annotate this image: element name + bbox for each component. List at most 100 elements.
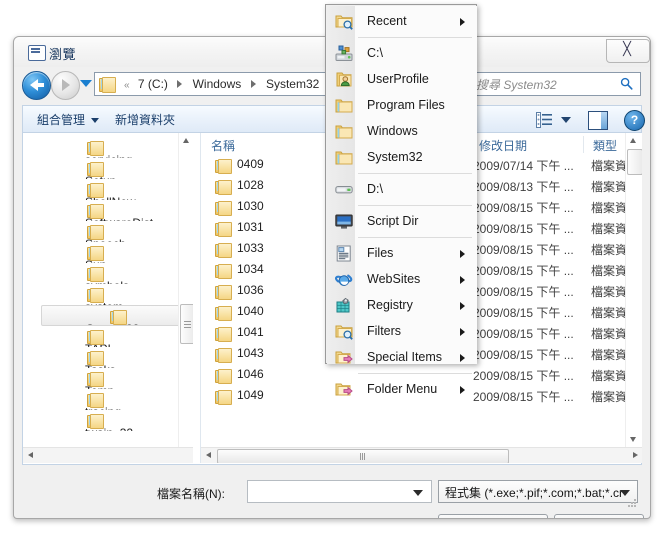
view-options-chevron-icon[interactable] xyxy=(561,117,571,123)
tree-item-twain-32[interactable]: twain_32 xyxy=(63,410,179,431)
tree-item-servicing[interactable]: servicing xyxy=(63,137,179,158)
new-folder-button[interactable]: 新增資料夾 xyxy=(115,111,175,128)
menu-item-websites[interactable]: WebSites xyxy=(327,267,477,293)
folder-icon xyxy=(87,183,104,198)
file-type-filter-select[interactable]: 程式集 (*.exe;*.pif;*.com;*.bat;*.cr xyxy=(438,480,638,503)
menu-item-label: System32 xyxy=(367,150,423,164)
list-vertical-scrollbar[interactable] xyxy=(625,133,642,447)
back-button[interactable] xyxy=(22,71,51,100)
file-date-cell: 2009/08/15 下午 ... xyxy=(473,348,574,362)
list-hscroll-left-button[interactable] xyxy=(201,448,216,463)
preview-pane-icon[interactable] xyxy=(588,111,608,130)
resize-grip[interactable] xyxy=(628,499,637,508)
tree-item-tapi[interactable]: TAPI xyxy=(63,326,179,347)
tree-item-tracing[interactable]: tracing xyxy=(63,389,179,410)
forward-arrow-icon xyxy=(62,79,70,91)
submenu-arrow-icon xyxy=(460,302,465,310)
breadcrumb-overflow[interactable]: « xyxy=(124,80,130,91)
folder-icon xyxy=(87,330,104,345)
folder-icon xyxy=(215,201,232,216)
folder-icon xyxy=(215,222,232,237)
folder-icon xyxy=(87,414,104,429)
tree-item-temp[interactable]: Temp xyxy=(63,368,179,389)
open-button[interactable]: 開啟舊檔(O) xyxy=(438,514,548,518)
menu-item-windows[interactable]: Windows xyxy=(327,119,477,145)
folder-icon xyxy=(87,204,104,219)
breadcrumb-segment-system32[interactable]: System32 xyxy=(266,77,319,91)
tree-item-softwaredist[interactable]: SoftwareDist xyxy=(63,200,179,221)
search-placeholder: 搜尋 System32 xyxy=(476,78,557,92)
menu-item-registry[interactable]: Registry xyxy=(327,293,477,319)
file-name-cell: 1049 xyxy=(237,388,264,402)
menu-item-c[interactable]: C:\ xyxy=(327,41,477,67)
menu-item-files[interactable]: Files xyxy=(327,241,477,267)
tree-item-symbols[interactable]: symbols xyxy=(63,263,179,284)
tree-hscroll-left-button[interactable] xyxy=(23,448,38,463)
breadcrumb: « 7 (C:) Windows System32 xyxy=(119,73,341,95)
tree-item-speech[interactable]: Speech xyxy=(63,221,179,242)
list-horizontal-scrollbar[interactable] xyxy=(201,447,642,463)
column-header-type[interactable]: 類型 xyxy=(593,137,617,154)
tree-scroll-up-button[interactable] xyxy=(179,133,193,148)
tree-item-tasks[interactable]: Tasks xyxy=(63,347,179,368)
tree-horizontal-scrollbar[interactable] xyxy=(23,447,193,463)
menu-item-program-files[interactable]: Program Files xyxy=(327,93,477,119)
search-input[interactable]: 搜尋 System32 xyxy=(469,72,641,96)
search-icon[interactable] xyxy=(620,77,633,90)
menu-item-label: Program Files xyxy=(367,98,445,112)
help-icon[interactable]: ? xyxy=(624,110,645,131)
folder-icon xyxy=(87,351,104,366)
menu-item-d[interactable]: D:\ xyxy=(327,177,477,203)
list-view-icon[interactable] xyxy=(536,112,552,128)
menu-separator xyxy=(358,37,472,38)
folder-icon xyxy=(87,225,104,240)
tree-item-shellnew[interactable]: ShellNew xyxy=(63,179,179,200)
folder-icon xyxy=(215,390,232,405)
close-icon: ╳ xyxy=(623,42,631,57)
navigation-tree: servicingSetupShellNewSoftwareDistSpeech… xyxy=(23,133,193,463)
chevron-down-icon[interactable] xyxy=(413,490,423,496)
tree-item-system32[interactable]: System32 xyxy=(41,305,181,326)
breadcrumb-segment-windows[interactable]: Windows xyxy=(193,77,242,91)
menu-item-system32[interactable]: System32 xyxy=(327,145,477,171)
menu-item-filters[interactable]: Filters xyxy=(327,319,477,345)
menu-item-recent[interactable]: Recent xyxy=(327,9,477,35)
filename-input[interactable] xyxy=(247,480,432,503)
tree-item-system[interactable]: system xyxy=(63,284,179,305)
menu-item-label: Recent xyxy=(367,14,407,28)
list-hscroll-right-button[interactable] xyxy=(628,448,642,463)
file-name-cell: 1031 xyxy=(237,220,264,234)
tree-item-sun[interactable]: Sun xyxy=(63,242,179,263)
tree-item-setup[interactable]: Setup xyxy=(63,158,179,179)
recent-pages-dropdown-icon[interactable] xyxy=(80,80,92,87)
cancel-button[interactable]: 取消 xyxy=(554,514,644,518)
folder-icon xyxy=(215,369,232,384)
document-icon xyxy=(335,245,353,262)
menu-item-folder-menu[interactable]: Folder Menu xyxy=(327,377,477,403)
list-scroll-up-button[interactable] xyxy=(626,133,641,148)
folder-icon xyxy=(87,372,104,387)
tree-vertical-scrollbar[interactable] xyxy=(178,133,193,463)
file-type-filter-value: 程式集 (*.exe;*.pif;*.com;*.bat;*.cr xyxy=(445,486,624,500)
tree-scroll-thumb[interactable] xyxy=(180,304,193,344)
organize-button[interactable]: 組合管理 xyxy=(37,111,100,128)
menu-item-label: Filters xyxy=(367,324,402,338)
list-hscroll-thumb[interactable] xyxy=(217,449,509,463)
close-button[interactable]: ╳ xyxy=(606,39,650,63)
list-scroll-down-button[interactable] xyxy=(626,432,641,447)
menu-item-userprofile[interactable]: UserProfile xyxy=(327,67,477,93)
chevron-left-icon xyxy=(206,452,211,458)
column-header-name[interactable]: 名稱 xyxy=(211,137,235,154)
menu-item-script-dir[interactable]: Script Dir xyxy=(327,209,477,235)
forward-button[interactable] xyxy=(51,71,80,100)
column-header-date[interactable]: 修改日期 xyxy=(479,137,527,154)
menu-item-special-items[interactable]: Special Items xyxy=(327,345,477,371)
breadcrumb-segment-drive[interactable]: 7 (C:) xyxy=(138,77,168,91)
file-name-cell: 0409 xyxy=(237,157,264,171)
chevron-down-icon xyxy=(91,118,100,124)
folder-icon xyxy=(215,306,232,321)
organize-label: 組合管理 xyxy=(37,113,86,127)
list-scroll-thumb[interactable] xyxy=(627,149,642,175)
menu-separator xyxy=(358,237,472,238)
filename-label: 檔案名稱(N): xyxy=(157,487,225,501)
